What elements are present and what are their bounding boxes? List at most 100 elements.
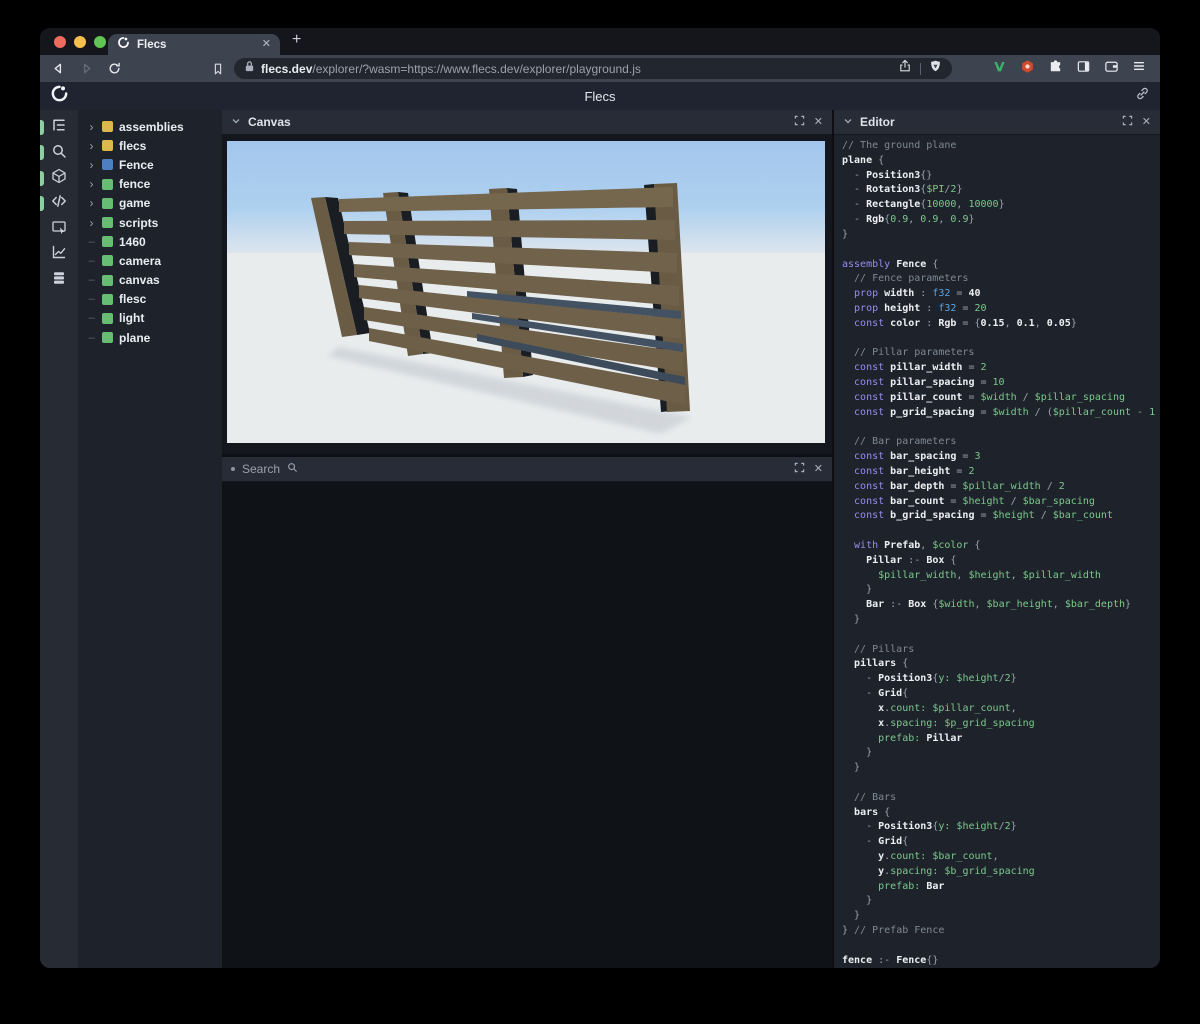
tree-item-fence[interactable]: › fence <box>78 175 222 194</box>
search-icon <box>51 143 67 164</box>
editor-panel: Editor ✕ // The ground planeplane { - Po… <box>832 110 1160 968</box>
chart-icon <box>51 244 67 265</box>
tree-item-game[interactable]: ›game <box>78 194 222 213</box>
fence-3d-render[interactable] <box>227 141 825 443</box>
expand-caret-icon[interactable]: › <box>87 216 96 230</box>
canvas-body <box>222 135 832 454</box>
chevron-down-icon[interactable] <box>231 113 241 131</box>
collapsed-dot-icon[interactable] <box>231 467 235 471</box>
tree-item-label: canvas <box>119 273 160 287</box>
expand-caret-icon[interactable]: › <box>87 158 96 172</box>
entity-color-square <box>102 255 113 266</box>
code-line: y.spacing: $b_grid_spacing <box>842 865 1160 880</box>
tree-item-scripts[interactable]: ›scripts <box>78 213 222 232</box>
new-tab-button[interactable]: + <box>292 31 301 49</box>
leaf-dash-icon: – <box>87 312 96 324</box>
share-icon[interactable] <box>898 59 912 78</box>
flecs-favicon-icon <box>117 36 130 54</box>
url-host: flecs.dev <box>261 62 312 76</box>
leaf-dash-icon: – <box>87 274 96 286</box>
code-line: fence :- Fence{} <box>842 954 1160 968</box>
code-line: const bar_height = 2 <box>842 465 1160 480</box>
close-panel-icon[interactable]: ✕ <box>814 464 823 475</box>
extensions-puzzle-icon[interactable] <box>1048 59 1063 79</box>
expand-caret-icon[interactable]: › <box>87 177 96 191</box>
entity-color-square <box>102 332 113 343</box>
sidebar-button-stack-icon[interactable] <box>40 267 78 292</box>
extension-hexagon-icon[interactable] <box>1020 59 1035 79</box>
code-line: - Position3{y: $height/2} <box>842 672 1160 687</box>
code-line: x.spacing: $p_grid_spacing <box>842 717 1160 732</box>
code-editor[interactable]: // The ground planeplane { - Position3{}… <box>834 135 1160 968</box>
fullscreen-icon[interactable] <box>1122 113 1133 131</box>
expand-caret-icon[interactable]: › <box>87 196 96 210</box>
code-line: bars { <box>842 806 1160 821</box>
extension-icons <box>992 59 1146 79</box>
close-panel-icon[interactable]: ✕ <box>1142 117 1151 128</box>
code-line: const bar_depth = $pillar_width / 2 <box>842 480 1160 495</box>
tab-close-icon[interactable]: ✕ <box>262 39 271 50</box>
fullscreen-icon[interactable] <box>794 460 805 478</box>
sidebar-panel-icon[interactable] <box>1076 59 1091 79</box>
wallet-icon[interactable] <box>1104 59 1119 79</box>
brave-shield-icon[interactable] <box>929 59 942 78</box>
tree-item-label: plane <box>119 331 150 345</box>
expand-caret-icon[interactable]: › <box>87 139 96 153</box>
tree-item-Fence[interactable]: ›Fence <box>78 155 222 174</box>
close-panel-icon[interactable]: ✕ <box>814 117 823 128</box>
entity-color-square <box>102 236 113 247</box>
code-line: } <box>842 761 1160 776</box>
tree-item-flesc[interactable]: –flesc <box>78 290 222 309</box>
code-line: const pillar_spacing = 10 <box>842 376 1160 391</box>
tree-item-camera[interactable]: –camera <box>78 251 222 270</box>
sidebar-button-search-icon[interactable] <box>40 140 78 165</box>
desktop: Flecs ✕ + <box>0 0 1200 1024</box>
tree-item-canvas[interactable]: – canvas <box>78 271 222 290</box>
forward-icon[interactable] <box>78 60 95 77</box>
search-icon <box>287 460 298 478</box>
tree-item-plane[interactable]: –plane <box>78 328 222 347</box>
code-line: const pillar_count = $width / $pillar_sp… <box>842 391 1160 406</box>
tree-item-1460[interactable]: –1460 <box>78 232 222 251</box>
vue-devtools-icon[interactable] <box>992 59 1007 79</box>
sidebar-button-code-icon[interactable] <box>40 191 78 216</box>
sidebar-button-canvas-icon[interactable] <box>40 217 78 242</box>
reload-icon[interactable] <box>106 60 123 77</box>
sidebar-button-chart-icon[interactable] <box>40 242 78 267</box>
stack-icon <box>51 270 67 291</box>
chevron-down-icon[interactable] <box>843 113 853 131</box>
browser-tab[interactable]: Flecs ✕ <box>108 34 280 55</box>
entity-color-square <box>102 217 113 228</box>
url-bar[interactable]: flecs.dev/explorer/?wasm=https://www.fle… <box>234 58 952 79</box>
code-line: pillars { <box>842 657 1160 672</box>
search-input[interactable]: Search <box>242 462 280 476</box>
code-line: // Fence parameters <box>842 272 1160 287</box>
tree-item-label: fence <box>119 177 150 191</box>
code-line <box>842 420 1160 435</box>
search-results-area[interactable] <box>222 482 832 968</box>
tree-item-light[interactable]: –light <box>78 309 222 328</box>
menu-hamburger-icon[interactable] <box>1132 59 1146 78</box>
leaf-dash-icon: – <box>87 293 96 305</box>
canvas-panel: Canvas ✕ <box>222 110 832 454</box>
close-window-button[interactable] <box>54 36 66 48</box>
code-line: $pillar_width, $height, $pillar_width <box>842 569 1160 584</box>
tree-item-flecs[interactable]: ›flecs <box>78 136 222 155</box>
bookmark-icon[interactable] <box>209 60 226 77</box>
code-line: - Grid{ <box>842 835 1160 850</box>
code-line <box>842 243 1160 258</box>
search-panel-header: Search ✕ <box>222 457 832 482</box>
code-line <box>842 524 1160 539</box>
code-line <box>842 776 1160 791</box>
search-panel: Search ✕ <box>222 457 832 968</box>
back-icon[interactable] <box>50 60 67 77</box>
sidebar-button-tree-icon[interactable] <box>40 115 78 140</box>
code-line: const color : Rgb = {0.15, 0.1, 0.05} <box>842 317 1160 332</box>
expand-caret-icon[interactable]: › <box>87 120 96 134</box>
sidebar-button-cube-icon[interactable] <box>40 166 78 191</box>
minimize-window-button[interactable] <box>74 36 86 48</box>
fullscreen-icon[interactable] <box>794 113 805 131</box>
tree-item-assemblies[interactable]: ›assemblies <box>78 117 222 136</box>
zoom-window-button[interactable] <box>94 36 106 48</box>
entity-color-square <box>102 159 113 170</box>
